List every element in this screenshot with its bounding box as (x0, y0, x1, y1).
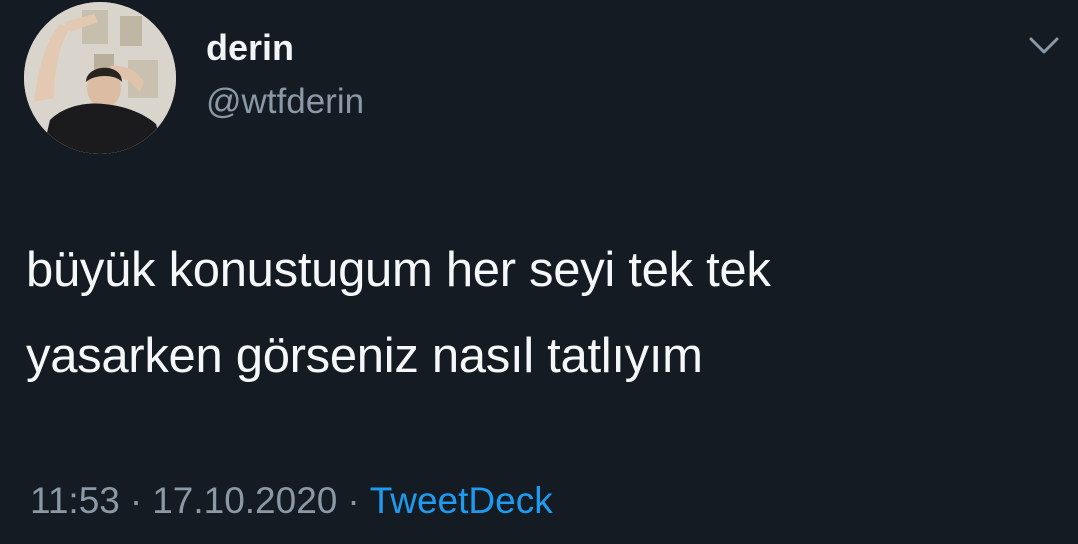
tweet-text-line: yasarken görseniz nasıl tatlıyım (26, 329, 703, 383)
tweet-card: derin @wtfderin büyük konustugum her sey… (0, 0, 1078, 544)
tweet-meta: 11:53 · 17.10.2020 · TweetDeck (30, 478, 553, 524)
avatar-photo (24, 2, 176, 154)
meta-separator: · (347, 480, 360, 521)
author-handle[interactable]: @wtfderin (206, 82, 364, 122)
tweet-date[interactable]: 17.10.2020 (152, 480, 337, 521)
meta-separator: · (129, 480, 143, 521)
avatar[interactable] (24, 2, 176, 154)
tweet-text: büyük konustugum her seyi tek tek yasark… (26, 227, 1056, 399)
chevron-down-icon[interactable] (1026, 30, 1062, 60)
tweet-source-link[interactable]: TweetDeck (370, 480, 553, 521)
tweet-text-line: büyük konustugum her seyi tek tek (26, 243, 771, 297)
tweet-time[interactable]: 11:53 (30, 480, 120, 521)
author-display-name[interactable]: derin (206, 28, 294, 68)
